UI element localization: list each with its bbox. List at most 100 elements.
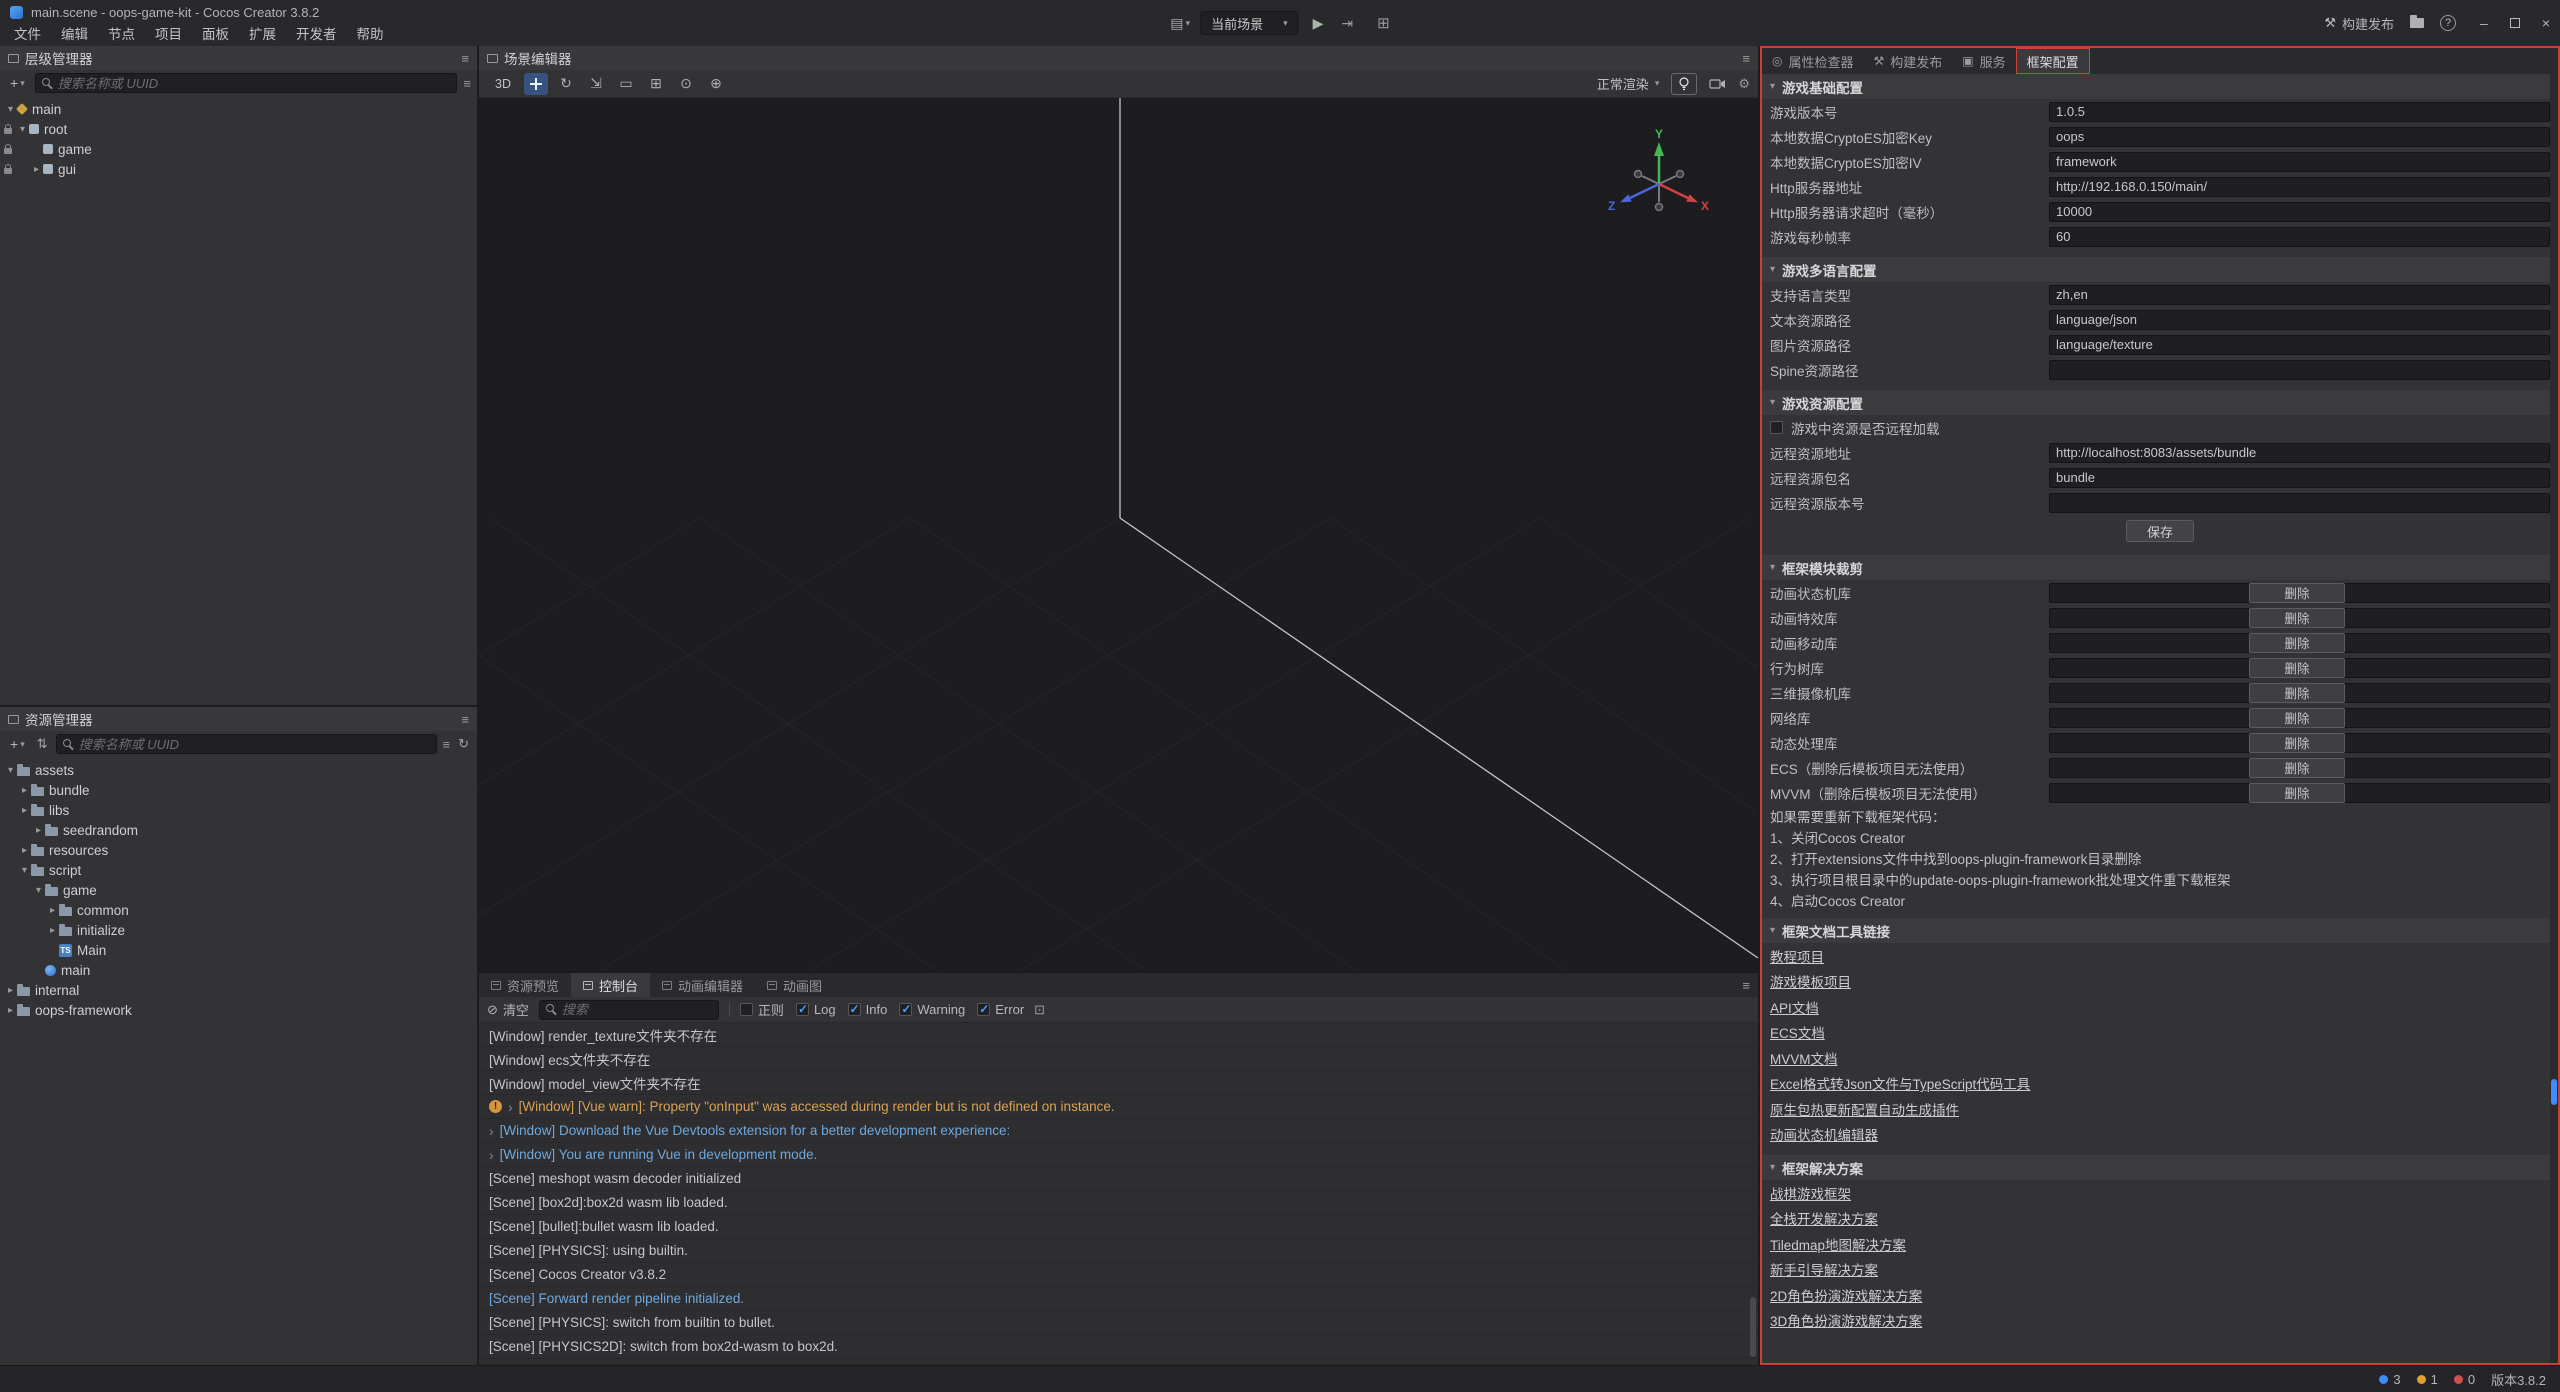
- assets-search-input[interactable]: [79, 737, 430, 752]
- inspector-tab[interactable]: ⚒构建发布: [1864, 48, 1953, 74]
- log-row[interactable]: [Window] ecs文件夹不存在: [479, 1047, 1758, 1071]
- expand-arrow[interactable]: ▸: [18, 785, 31, 796]
- axis-gizmo[interactable]: Y X Z: [1604, 126, 1714, 236]
- expand-arrow[interactable]: ▸: [30, 164, 43, 175]
- config-input[interactable]: [2049, 102, 2550, 122]
- section-header[interactable]: ▾框架文档工具链接: [1762, 918, 2558, 943]
- expand-arrow[interactable]: ▸: [46, 905, 59, 916]
- assets-filter-icon[interactable]: ≡: [443, 737, 451, 752]
- tree-row[interactable]: ▸seedrandom: [0, 820, 477, 840]
- checkbox-icon[interactable]: [796, 1003, 809, 1016]
- ui-transform-tool-button[interactable]: ⊞: [644, 73, 668, 95]
- maximize-button[interactable]: [2510, 18, 2520, 28]
- doc-link[interactable]: API文档: [1770, 997, 1819, 1017]
- section-header[interactable]: ▾游戏资源配置: [1762, 390, 2558, 415]
- log-row[interactable]: [Scene] [bullet]:bullet wasm lib loaded.: [479, 1215, 1758, 1239]
- console-filter[interactable]: Error: [977, 1002, 1024, 1017]
- doc-link[interactable]: 原生包热更新配置自动生成插件: [1770, 1099, 1959, 1119]
- delete-button[interactable]: 删除: [2249, 583, 2345, 603]
- warning-counter[interactable]: 1: [2417, 1372, 2438, 1387]
- expand-arrow[interactable]: ▾: [18, 865, 31, 876]
- doc-link[interactable]: 新手引导解决方案: [1770, 1259, 1878, 1279]
- delete-button[interactable]: 删除: [2249, 683, 2345, 703]
- checkbox-icon[interactable]: [740, 1003, 753, 1016]
- config-input[interactable]: [2049, 177, 2550, 197]
- log-row[interactable]: [Window] render_texture文件夹不存在: [479, 1023, 1758, 1047]
- tree-row[interactable]: ▾script: [0, 860, 477, 880]
- expand-arrow[interactable]: ▸: [4, 985, 17, 996]
- config-input[interactable]: [2049, 285, 2550, 305]
- delete-button[interactable]: 删除: [2249, 758, 2345, 778]
- config-input[interactable]: [2049, 202, 2550, 222]
- console-search-input[interactable]: [562, 1002, 712, 1017]
- panel-menu-icon[interactable]: ≡: [1742, 51, 1750, 66]
- log-row[interactable]: [Scene] meshopt wasm decoder initialized: [479, 1167, 1758, 1191]
- help-icon[interactable]: ?: [2440, 15, 2456, 31]
- log-row[interactable]: [Scene] [PHYSICS]: switch from builtin t…: [479, 1311, 1758, 1335]
- delete-button[interactable]: 删除: [2249, 608, 2345, 628]
- tree-row[interactable]: ▸initialize: [0, 920, 477, 940]
- open-project-folder-icon[interactable]: [2410, 18, 2424, 28]
- config-input[interactable]: [2049, 443, 2550, 463]
- layout-button[interactable]: ⊞: [1377, 14, 1390, 32]
- config-input[interactable]: [2049, 468, 2550, 488]
- rotate-tool-button[interactable]: ↻: [554, 73, 578, 95]
- doc-link[interactable]: 动画状态机编辑器: [1770, 1124, 1878, 1144]
- checkbox-icon[interactable]: [899, 1003, 912, 1016]
- rect-tool-button[interactable]: ▭: [614, 73, 638, 95]
- close-button[interactable]: ×: [2542, 15, 2550, 31]
- menu-item[interactable]: 节点: [98, 24, 145, 46]
- console-filter[interactable]: 正则: [740, 1000, 784, 1019]
- expand-arrow[interactable]: ▸: [4, 1005, 17, 1016]
- delete-button[interactable]: 删除: [2249, 783, 2345, 803]
- error-counter[interactable]: 0: [2454, 1372, 2475, 1387]
- doc-link[interactable]: 教程项目: [1770, 946, 1824, 966]
- expand-arrow[interactable]: ▸: [18, 845, 31, 856]
- menu-item[interactable]: 帮助: [347, 24, 394, 46]
- doc-link[interactable]: 2D角色扮演游戏解决方案: [1770, 1285, 1922, 1305]
- tree-row[interactable]: ▸oops-framework: [0, 1000, 477, 1020]
- config-input[interactable]: [2049, 127, 2550, 147]
- doc-link[interactable]: 3D角色扮演游戏解决方案: [1770, 1310, 1922, 1330]
- panel-menu-icon[interactable]: ≡: [461, 712, 469, 727]
- info-counter[interactable]: 3: [2379, 1372, 2400, 1387]
- console-tab[interactable]: 控制台: [571, 973, 650, 997]
- expand-arrow[interactable]: ▸: [18, 805, 31, 816]
- config-input[interactable]: [2049, 335, 2550, 355]
- tree-row[interactable]: main: [0, 960, 477, 980]
- console-filter[interactable]: Warning: [899, 1002, 965, 1017]
- scene-camera-icon[interactable]: [1709, 78, 1726, 90]
- scene-selector-dropdown[interactable]: 当前场景 ▾: [1200, 11, 1299, 35]
- tree-row[interactable]: ▾assets: [0, 760, 477, 780]
- expand-arrow[interactable]: ▸: [32, 825, 45, 836]
- menu-item[interactable]: 文件: [4, 24, 51, 46]
- scrollbar-thumb[interactable]: [2551, 1079, 2557, 1105]
- doc-link[interactable]: 游戏模板项目: [1770, 971, 1851, 991]
- move-tool-button[interactable]: [524, 73, 548, 95]
- log-row[interactable]: ›[Window] You are running Vue in develop…: [479, 1143, 1758, 1167]
- checkbox-icon[interactable]: [848, 1003, 861, 1016]
- config-input[interactable]: [2049, 310, 2550, 330]
- preview-target-icon[interactable]: ▤▾: [1170, 15, 1190, 32]
- pivot-toggle-button[interactable]: ⊙: [674, 73, 698, 95]
- console-log-file-icon[interactable]: ⊡: [1034, 1002, 1045, 1018]
- build-publish-button[interactable]: ⚒ 构建发布: [2324, 14, 2394, 33]
- sort-assets-icon[interactable]: ⇅: [35, 736, 50, 752]
- expand-arrow[interactable]: ▸: [46, 925, 59, 936]
- section-header[interactable]: ▾游戏多语言配置: [1762, 257, 2558, 282]
- menu-item[interactable]: 编辑: [51, 24, 98, 46]
- expand-chevron[interactable]: ›: [508, 1099, 513, 1115]
- config-input[interactable]: [2049, 360, 2550, 380]
- tree-row[interactable]: ▸libs: [0, 800, 477, 820]
- doc-link[interactable]: Excel格式转Json文件与TypeScript代码工具: [1770, 1073, 2030, 1093]
- play-button[interactable]: ▶: [1309, 15, 1328, 32]
- tree-row[interactable]: ▾root: [0, 119, 477, 139]
- scene-viewport[interactable]: Y X Z: [479, 98, 1758, 971]
- tree-row[interactable]: ▸resources: [0, 840, 477, 860]
- checkbox-icon[interactable]: [977, 1003, 990, 1016]
- log-row[interactable]: [Scene] Cocos Creator v3.8.2: [479, 1263, 1758, 1287]
- tree-row[interactable]: ▸gui: [0, 159, 477, 179]
- checkbox-icon[interactable]: [1770, 421, 1783, 434]
- console-tab[interactable]: 资源预览: [479, 973, 571, 997]
- menu-item[interactable]: 项目: [145, 24, 192, 46]
